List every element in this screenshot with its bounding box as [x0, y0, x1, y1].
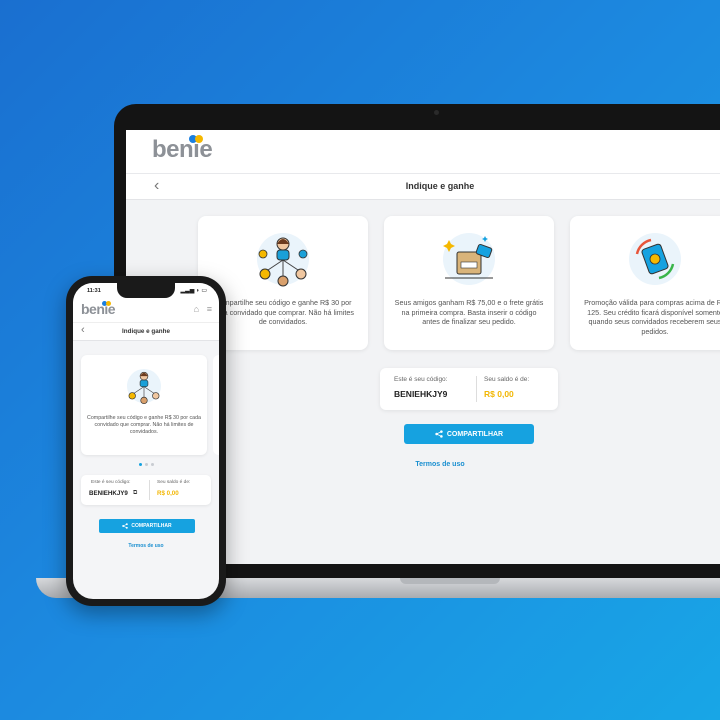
copy-icon[interactable]: ⧉	[133, 490, 137, 497]
card-text: Promoção válida para compras acima de R$…	[584, 298, 720, 336]
phone-notch	[117, 283, 175, 298]
people-network-icon	[257, 233, 309, 287]
status-time: 11:31	[87, 288, 101, 294]
page-nav: ‹ Indique e ganhe	[73, 323, 219, 341]
main-content: Compartilhe seu código e ganhe R$ 30 por…	[73, 341, 219, 599]
logo-dot-yellow	[195, 135, 203, 143]
info-card-promo-terms: Promoção válida para compras acima de R$…	[570, 216, 720, 350]
balance-label: Seu saldo é de:	[157, 480, 191, 485]
phone-device: 11:31 ▂▃▅ ◗ ▭ benie ⌂ ≡ ‹ Indique e ganh…	[66, 276, 226, 606]
share-icon	[435, 430, 443, 438]
info-card-friend-benefit: Seus amigos ganham R$ 75,00 e o frete gr…	[384, 216, 554, 350]
camera-icon	[434, 110, 439, 115]
share-button-label: COMPARTILHAR	[131, 523, 172, 529]
card-text: Compartilhe seu código e ganhe R$ 30 por…	[87, 415, 201, 435]
menu-icon[interactable]: ≡	[207, 304, 212, 314]
share-button-label: COMPARTILHAR	[446, 430, 504, 438]
carousel-dot[interactable]	[144, 463, 148, 466]
money-exchange-icon	[629, 233, 681, 285]
people-network-icon	[126, 368, 162, 405]
logo-dot-yellow	[106, 301, 111, 306]
gift-box-icon	[443, 233, 495, 285]
page-nav: ‹ Indique e ganhe	[126, 174, 720, 200]
phone-screen: 11:31 ▂▃▅ ◗ ▭ benie ⌂ ≡ ‹ Indique e ganh…	[73, 283, 219, 599]
terms-link[interactable]: Termos de uso	[73, 543, 219, 549]
carousel-dots	[73, 463, 219, 466]
balance-value: R$ 0,00	[157, 490, 179, 497]
referral-code[interactable]: BENIEHKJY9	[89, 490, 128, 497]
site-header: benie	[126, 130, 720, 174]
share-icon	[122, 523, 129, 529]
benie-logo[interactable]: benie	[152, 135, 213, 164]
divider	[149, 480, 150, 500]
code-label: Este é seu código:	[91, 480, 131, 485]
balance-label: Seu saldo é de:	[484, 376, 530, 383]
share-button[interactable]: COMPARTILHAR	[404, 424, 534, 444]
referral-code-box: Este é seu código: BENIEHKJY9 ⧉ Seu sald…	[81, 475, 211, 505]
referral-code[interactable]: BENIEHKJY9	[394, 389, 447, 399]
divider	[476, 376, 477, 402]
logo-text: benie	[152, 136, 213, 163]
home-icon[interactable]: ⌂	[194, 304, 199, 314]
site-header: benie ⌂ ≡	[73, 299, 219, 323]
balance-value: R$ 0,00	[484, 389, 514, 399]
benie-logo[interactable]: benie	[81, 301, 116, 317]
card-text: Compartilhe seu código e ganhe R$ 30 por…	[212, 298, 354, 326]
page-title: Indique e ganhe	[122, 328, 170, 335]
card-text: Seus amigos ganham R$ 75,00 e o frete gr…	[394, 298, 544, 326]
carousel-dot[interactable]	[150, 463, 154, 466]
referral-code-box: Este é seu código: BENIEHKJY9 Seu saldo …	[380, 368, 558, 410]
carousel-dot[interactable]	[138, 463, 142, 466]
laptop-hinge-notch	[400, 578, 500, 584]
share-button[interactable]: COMPARTILHAR	[99, 519, 195, 533]
page-title: Indique e ganhe	[405, 181, 475, 191]
signal-battery-icon: ▂▃▅ ◗ ▭	[180, 288, 207, 294]
code-label: Este é seu código:	[394, 376, 448, 383]
info-card-referral: Compartilhe seu código e ganhe R$ 30 por…	[81, 355, 207, 455]
next-card-peek[interactable]	[213, 355, 219, 455]
